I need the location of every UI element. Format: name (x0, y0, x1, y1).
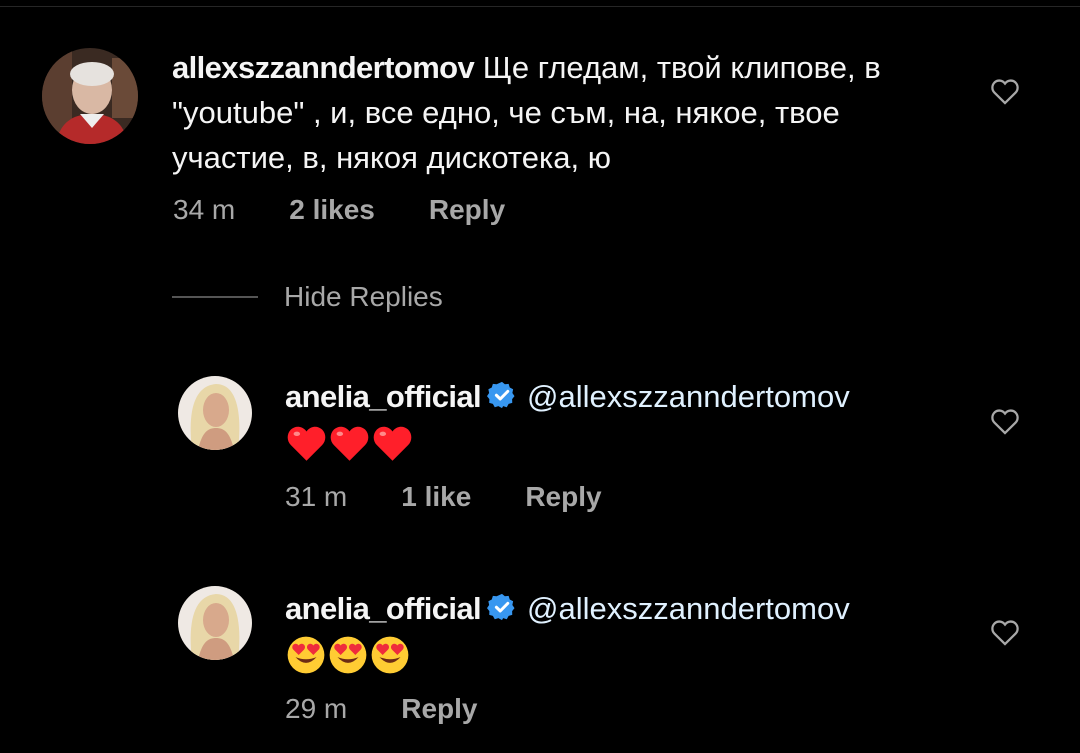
red-heart-icon (373, 426, 412, 461)
reply-meta: 31 m 1 like Reply (285, 481, 602, 513)
reply-avatar[interactable] (178, 376, 252, 450)
user-photo (178, 586, 252, 660)
hide-replies-line (172, 296, 258, 298)
reply-mention[interactable]: @allexszzanndertomov (527, 379, 850, 414)
heart-eyes-emoji-icon (371, 636, 409, 674)
reply-likes[interactable]: 1 like (401, 481, 471, 513)
avatar[interactable] (42, 48, 138, 144)
comment-meta: 34 m 2 likes Reply (173, 194, 505, 226)
hide-replies-label: Hide Replies (284, 281, 443, 312)
hide-replies-toggle[interactable]: Hide Replies (172, 281, 443, 313)
reply-button[interactable]: Reply (525, 481, 601, 513)
reply-time: 29 m (285, 693, 348, 724)
heart-eyes-emoji-icon (329, 636, 367, 674)
heart-eyes-emoji-icon (287, 636, 325, 674)
user-photo (42, 48, 138, 144)
like-heart-icon[interactable] (988, 615, 1022, 649)
verified-badge-icon (487, 377, 517, 422)
comment-username[interactable]: allexszzanndertomov (172, 50, 475, 85)
red-heart-icon (330, 426, 369, 461)
reply-emoji-row (285, 422, 414, 465)
like-heart-icon[interactable] (988, 74, 1022, 108)
reply-mention[interactable]: @allexszzanndertomov (527, 591, 850, 626)
reply-time: 31 m (285, 481, 348, 512)
reply-username[interactable]: anelia_official (285, 591, 482, 626)
reply-button[interactable]: Reply (401, 693, 477, 725)
reply-username[interactable]: anelia_official (285, 379, 482, 414)
comment-likes[interactable]: 2 likes (289, 194, 375, 226)
red-heart-icon (287, 426, 326, 461)
reply-avatar[interactable] (178, 586, 252, 660)
user-photo (178, 376, 252, 450)
top-divider (0, 0, 1080, 7)
reply-emoji-row (285, 634, 411, 676)
reply-body: anelia_official @allexszzanndertomov (285, 374, 985, 477)
reply-button[interactable]: Reply (429, 194, 505, 226)
reply-body: anelia_official @allexszzanndertomov (285, 586, 985, 688)
reply-meta: 29 m Reply (285, 693, 478, 725)
verified-badge-icon (487, 589, 517, 634)
like-heart-icon[interactable] (988, 404, 1022, 438)
comment-body: allexszzanndertomov Ще гледам, твой клип… (172, 45, 962, 180)
comment-time: 34 m (173, 194, 236, 225)
